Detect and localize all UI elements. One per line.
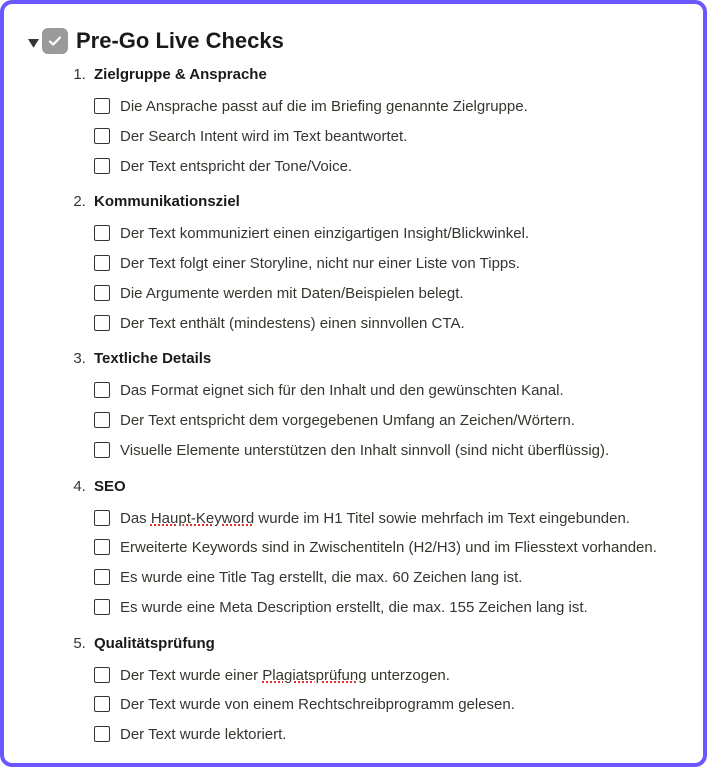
checkbox[interactable]	[94, 225, 110, 241]
checklist-item-label: Der Text wurde von einem Rechtschreibpro…	[120, 694, 515, 716]
checklist-item-label: Der Text wurde einer Plagiatsprüfung unt…	[120, 665, 450, 687]
checklist-item-label: Die Argumente werden mit Daten/Beispiele…	[120, 283, 464, 305]
checklist-item: Der Text folgt einer Storyline, nicht nu…	[94, 249, 683, 279]
checkbox[interactable]	[94, 726, 110, 742]
checkbox[interactable]	[94, 539, 110, 555]
section-item: Zielgruppe & Ansprache Die Ansprache pass…	[90, 66, 683, 181]
checklist-item: Die Argumente werden mit Daten/Beispiele…	[94, 279, 683, 309]
checklist-item: Der Text entspricht der Tone/Voice.	[94, 152, 683, 182]
checkbox[interactable]	[94, 667, 110, 683]
checklist-item-label: Der Text folgt einer Storyline, nicht nu…	[120, 253, 520, 275]
section-item: Textliche Details Das Format eignet sich …	[90, 350, 683, 465]
toggle-triangle-icon[interactable]	[24, 39, 42, 50]
toggle-body: Zielgruppe & Ansprache Die Ansprache pass…	[60, 66, 683, 750]
checkbox[interactable]	[94, 285, 110, 301]
checkbox[interactable]	[94, 255, 110, 271]
section-title: Qualitätsprüfung	[94, 635, 215, 652]
checklist-item-label: Es wurde eine Title Tag erstellt, die ma…	[120, 567, 522, 589]
checklist-item-label: Erweiterte Keywords sind in Zwischentite…	[120, 537, 657, 559]
checklist-item-label: Es wurde eine Meta Description erstellt,…	[120, 597, 588, 619]
checkbox[interactable]	[94, 98, 110, 114]
checkbox[interactable]	[94, 569, 110, 585]
heading-row: Pre-Go Live Checks	[42, 28, 683, 54]
checkbox[interactable]	[94, 412, 110, 428]
checklist-item-label: Die Ansprache passt auf die im Briefing …	[120, 96, 528, 118]
checkbox[interactable]	[94, 442, 110, 458]
checklist-item: Es wurde eine Title Tag erstellt, die ma…	[94, 563, 683, 593]
section-item: Kommunikationsziel Der Text kommuniziert …	[90, 193, 683, 338]
checkbox[interactable]	[94, 128, 110, 144]
checkbox[interactable]	[94, 599, 110, 615]
checklist-item: Der Text enthält (mindestens) einen sinn…	[94, 309, 683, 339]
checklist-item-label: Der Text wurde lektoriert.	[120, 724, 286, 746]
checkbox[interactable]	[94, 696, 110, 712]
section-item: Qualitätsprüfung Der Text wurde einer Pla…	[90, 635, 683, 750]
section-title: Kommunikationsziel	[94, 193, 240, 210]
checklist-item-label: Der Search Intent wird im Text beantwort…	[120, 126, 407, 148]
page-title: Pre-Go Live Checks	[76, 28, 284, 54]
sections-list: Zielgruppe & Ansprache Die Ansprache pass…	[60, 66, 683, 750]
checklist-item: Das Haupt-Keyword wurde im H1 Titel sowi…	[94, 504, 683, 534]
section-item: SEO Das Haupt-Keyword wurde im H1 Titel s…	[90, 478, 683, 623]
checklist-item: Es wurde eine Meta Description erstellt,…	[94, 593, 683, 623]
checklist-item: Der Search Intent wird im Text beantwort…	[94, 122, 683, 152]
section-title: Zielgruppe & Ansprache	[94, 66, 267, 83]
checklist-item-label: Der Text entspricht der Tone/Voice.	[120, 156, 352, 178]
checkbox[interactable]	[94, 510, 110, 526]
checklist-item: Erweiterte Keywords sind in Zwischentite…	[94, 533, 683, 563]
checklist-item: Die Ansprache passt auf die im Briefing …	[94, 92, 683, 122]
checklist-item: Visuelle Elemente unterstützen den Inhal…	[94, 436, 683, 466]
checklist-item-label: Das Format eignet sich für den Inhalt un…	[120, 380, 564, 402]
checklist-item: Der Text wurde einer Plagiatsprüfung unt…	[94, 661, 683, 691]
checklist-item: Der Text wurde lektoriert.	[94, 720, 683, 750]
checklist-item-label: Visuelle Elemente unterstützen den Inhal…	[120, 440, 609, 462]
checklist: Das Haupt-Keyword wurde im H1 Titel sowi…	[94, 504, 683, 623]
toggle-block: Pre-Go Live Checks Zielgruppe & Ansprach…	[24, 28, 683, 750]
checklist-item: Der Text entspricht dem vorgegebenen Umf…	[94, 406, 683, 436]
checkbox[interactable]	[94, 315, 110, 331]
checklist: Das Format eignet sich für den Inhalt un…	[94, 376, 683, 465]
section-title: Textliche Details	[94, 350, 211, 367]
checklist: Die Ansprache passt auf die im Briefing …	[94, 92, 683, 181]
checklist-item-label: Das Haupt-Keyword wurde im H1 Titel sowi…	[120, 508, 630, 530]
checklist-item-label: Der Text entspricht dem vorgegebenen Umf…	[120, 410, 575, 432]
section-title: SEO	[94, 478, 126, 495]
checklist-item-label: Der Text enthält (mindestens) einen sinn…	[120, 313, 465, 335]
checklist-item: Das Format eignet sich für den Inhalt un…	[94, 376, 683, 406]
checkbox-heading-icon	[42, 28, 68, 54]
checklist: Der Text wurde einer Plagiatsprüfung unt…	[94, 661, 683, 750]
checklist: Der Text kommuniziert einen einzigartige…	[94, 219, 683, 338]
checklist-item-label: Der Text kommuniziert einen einzigartige…	[120, 223, 529, 245]
checkbox[interactable]	[94, 382, 110, 398]
checklist-item: Der Text wurde von einem Rechtschreibpro…	[94, 690, 683, 720]
checklist-item: Der Text kommuniziert einen einzigartige…	[94, 219, 683, 249]
checkbox[interactable]	[94, 158, 110, 174]
